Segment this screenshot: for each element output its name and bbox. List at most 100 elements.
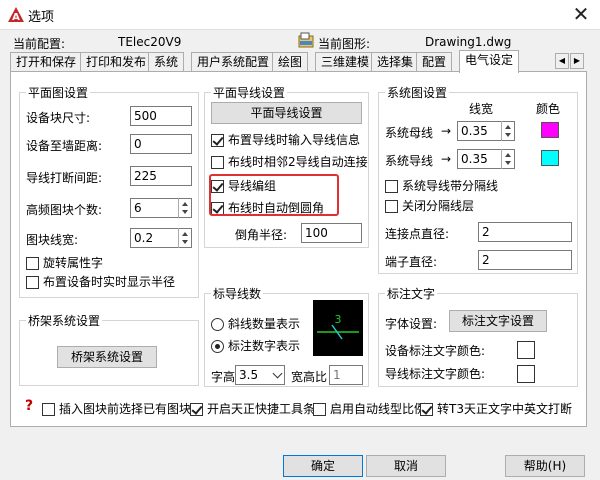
hf-count-label: 高频图块个数:: [26, 203, 103, 217]
text-height-value: 3.5: [239, 368, 259, 382]
line-width-value: 0.2: [134, 231, 154, 245]
annotation-text-settings-button[interactable]: 标注文字设置: [449, 310, 547, 332]
with-gap-checkbox[interactable]: 系统导线带分隔线: [385, 179, 498, 193]
tab-selection[interactable]: 选择集: [371, 52, 420, 72]
fillet-radius-label: 倒角半径:: [235, 228, 288, 242]
line-width-label: 图块线宽:: [26, 233, 79, 247]
hf-count-stepper[interactable]: 6: [130, 198, 192, 218]
tab-open-save[interactable]: 打开和保存: [10, 52, 83, 72]
terminal-diameter-label: 端子直径:: [385, 255, 438, 269]
help-button[interactable]: 帮助(H): [505, 455, 585, 477]
joint-diameter-label: 连接点直径:: [385, 227, 450, 241]
bridge-settings-button[interactable]: 桥架系统设置: [57, 346, 157, 368]
plane-device-group: 平面图设置 设备块尺寸: 500 设备至墙距离: 0 导线打断间距: 225 高…: [19, 84, 199, 298]
bus-width-value: 0.35: [461, 124, 488, 138]
wire-width-stepper[interactable]: 0.35: [457, 149, 515, 169]
input-info-checkbox[interactable]: 布置导线时输入导线信息: [211, 133, 360, 147]
text-height-label: 字高: [211, 370, 236, 384]
wire-gap-label: 导线打断间距:: [26, 171, 103, 185]
joint-diameter-input[interactable]: 2: [478, 222, 572, 242]
close-icon[interactable]: ✕: [568, 2, 594, 26]
tab-system[interactable]: 系统: [148, 52, 185, 72]
checkbox-icon: [42, 403, 55, 416]
device-wall-label: 设备至墙距离:: [26, 139, 103, 153]
show-radius-label: 布置设备时实时显示半径: [43, 275, 176, 289]
rotate-attr-label: 旋转属性字: [43, 256, 104, 270]
wire-count-group: 标导线数 斜线数量表示 标注数字表示 3 字高 3.5 宽高比 1: [204, 285, 369, 387]
spin-arrows-icon[interactable]: [501, 121, 514, 141]
spin-arrows-icon[interactable]: [178, 198, 191, 218]
radio-selected-icon: [211, 340, 224, 353]
slash-radio[interactable]: 斜线数量表示: [211, 317, 300, 331]
tab-print-publish[interactable]: 打印和发布: [80, 52, 153, 72]
slash-label: 斜线数量表示: [228, 317, 301, 331]
wire-label: 系统导线: [385, 154, 434, 168]
tab-profiles[interactable]: 配置: [416, 52, 453, 72]
bus-color-swatch[interactable]: [541, 122, 559, 138]
checkbox-icon: [211, 156, 224, 169]
spin-arrows-icon[interactable]: [501, 149, 514, 169]
title-bar: [0, 0, 600, 30]
show-radius-checkbox[interactable]: 布置设备时实时显示半径: [26, 275, 175, 289]
tab-scroll-right-icon[interactable]: ▶: [570, 53, 584, 69]
hf-count-value: 6: [134, 201, 142, 215]
terminal-diameter-input[interactable]: 2: [478, 250, 572, 270]
device-size-input[interactable]: 500: [130, 106, 192, 126]
aspect-ratio-label: 宽高比: [291, 370, 328, 384]
device-text-color-swatch[interactable]: [517, 341, 535, 359]
tab-drafting[interactable]: 绘图: [272, 52, 309, 72]
chevron-down-icon: [272, 368, 283, 379]
auto-connect-label: 布线时相邻2导线自动连接: [228, 155, 368, 169]
cancel-button[interactable]: 取消: [366, 455, 446, 477]
arrow-right-icon: →: [441, 152, 452, 166]
device-wall-input[interactable]: 0: [130, 134, 192, 154]
text-height-dropdown[interactable]: 3.5: [235, 365, 285, 385]
auto-connect-checkbox[interactable]: 布线时相邻2导线自动连接: [211, 155, 368, 169]
system-diagram-group: 系统图设置 线宽 颜色 系统母线 → 0.35 系统导线 → 0.35 系统导线…: [378, 84, 578, 274]
system-diagram-title: 系统图设置: [385, 84, 450, 101]
auto-linetype-checkbox[interactable]: 启用自动线型比例: [313, 402, 426, 416]
config-label: 当前配置:: [13, 37, 66, 51]
app-icon: A: [8, 7, 24, 23]
checkbox-icon: [385, 180, 398, 193]
device-text-color-label: 设备标注文字颜色:: [385, 344, 486, 358]
tab-content: 平面图设置 设备块尺寸: 500 设备至墙距离: 0 导线打断间距: 225 高…: [10, 71, 587, 427]
t3-text-label: 转T3天正文字中英文打断: [437, 402, 572, 416]
bus-width-stepper[interactable]: 0.35: [457, 121, 515, 141]
annotation-group: 标注文字 字体设置: 标注文字设置 设备标注文字颜色: 导线标注文字颜色:: [378, 285, 578, 387]
rotate-attr-checkbox[interactable]: 旋转属性字: [26, 256, 103, 270]
plane-wire-settings-button[interactable]: 平面导线设置: [211, 102, 362, 124]
close-layer-checkbox[interactable]: 关闭分隔线层: [385, 199, 474, 213]
tab-3d-modeling[interactable]: 三维建模: [315, 52, 376, 72]
checkbox-checked-icon: [420, 403, 433, 416]
wire-count-title: 标导线数: [211, 285, 264, 302]
t3-text-checkbox[interactable]: 转T3天正文字中英文打断: [420, 402, 572, 416]
tab-electrical[interactable]: 电气设定: [459, 50, 520, 73]
checkbox-icon: [26, 257, 39, 270]
annotation-title: 标注文字: [385, 285, 438, 302]
digit-label: 标注数字表示: [228, 339, 301, 353]
digit-radio[interactable]: 标注数字表示: [211, 339, 300, 353]
wire-text-color-label: 导线标注文字颜色:: [385, 367, 486, 381]
wire-gap-input[interactable]: 225: [130, 166, 192, 186]
insert-select-checkbox[interactable]: 插入图块前选择已有图块: [42, 402, 191, 416]
tab-user-config[interactable]: 用户系统配置: [191, 52, 276, 72]
bus-label: 系统母线: [385, 126, 434, 140]
wire-text-color-swatch[interactable]: [517, 365, 535, 383]
line-width-stepper[interactable]: 0.2: [130, 228, 192, 248]
help-icon[interactable]: ?: [25, 398, 33, 414]
drawing-icon: [298, 32, 314, 48]
fillet-radius-input[interactable]: 100: [301, 223, 362, 243]
plane-device-title: 平面图设置: [26, 84, 91, 101]
aspect-ratio-input[interactable]: 1: [329, 365, 363, 385]
wire-width-value: 0.35: [461, 152, 488, 166]
wire-color-swatch[interactable]: [541, 150, 559, 166]
bridge-group: 桥架系统设置 桥架系统设置: [19, 312, 199, 386]
spin-arrows-icon[interactable]: [178, 228, 191, 248]
plane-wire-title: 平面导线设置: [211, 84, 288, 101]
line-width-column-header: 线宽: [469, 102, 494, 116]
tab-scroll-left-icon[interactable]: ◀: [555, 53, 569, 69]
toolbar-checkbox[interactable]: 开启天正快捷工具条: [190, 402, 315, 416]
config-value: TElec20V9: [118, 35, 182, 49]
ok-button[interactable]: 确定: [283, 455, 363, 477]
